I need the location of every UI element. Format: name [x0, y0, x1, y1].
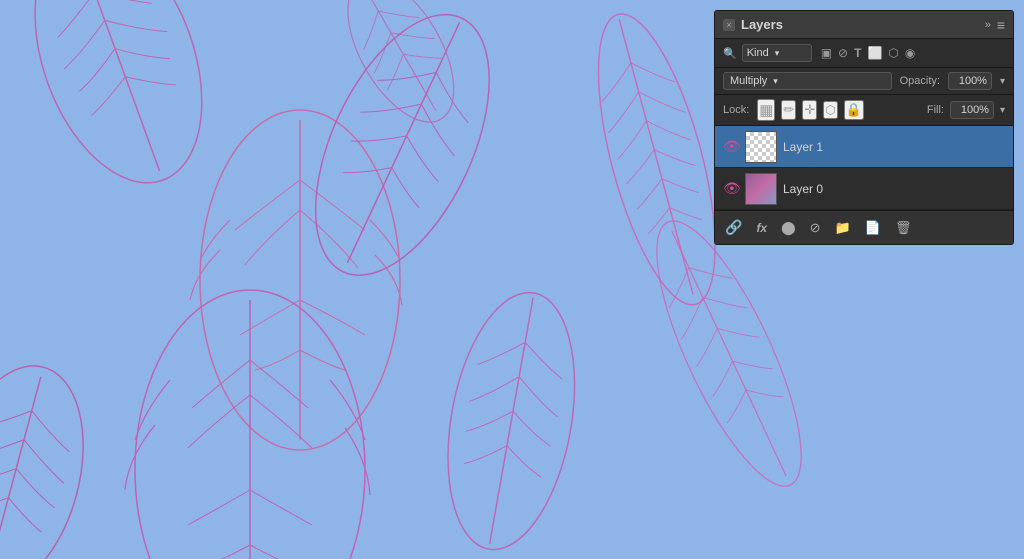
add-adjustment-button[interactable]: ⊘ — [808, 218, 823, 238]
blend-mode-dropdown[interactable]: Multiply ▾ — [723, 72, 892, 90]
layer0-name: Layer 0 — [783, 182, 1005, 196]
lock-all-button[interactable]: 🔒 — [844, 100, 864, 120]
kind-dropdown[interactable]: Kind ▾ — [742, 44, 812, 62]
panel-menu-icon[interactable]: ≡ — [997, 17, 1005, 33]
fx-button[interactable]: fx — [754, 219, 769, 237]
opacity-chevron[interactable]: ▾ — [1000, 76, 1005, 87]
layers-panel: × Layers » ≡ 🔍 Kind ▾ ▣ ⊘ T ⬜ ⬡ ◉ Multip… — [714, 10, 1014, 245]
blend-mode-row: Multiply ▾ Opacity: 100% ▾ — [715, 68, 1013, 95]
panel-close-button[interactable]: × — [723, 19, 735, 31]
titlebar-left: × Layers — [723, 17, 783, 32]
create-group-button[interactable]: 📁 — [833, 218, 853, 238]
layer0-visibility-button[interactable]: 👁 — [723, 180, 739, 197]
layer1-visibility-button[interactable]: 👁 — [723, 138, 739, 155]
delete-layer-button[interactable]: 🗑 — [893, 218, 914, 238]
panel-titlebar: × Layers » ≡ — [715, 11, 1013, 39]
lock-pixels-button[interactable]: ▦ — [757, 99, 775, 121]
fill-label: Fill: — [927, 104, 944, 116]
type-filter-icon[interactable]: T — [854, 46, 861, 60]
shape-filter-icon[interactable]: ⬜ — [867, 46, 882, 60]
panel-title: Layers — [741, 17, 783, 32]
fill-chevron[interactable]: ▾ — [1000, 105, 1005, 116]
kind-dropdown-chevron: ▾ — [775, 48, 780, 59]
titlebar-right: » ≡ — [985, 17, 1005, 33]
lock-position-button[interactable]: ✛ — [802, 100, 817, 120]
lock-artboard-button[interactable]: ⬡ — [823, 101, 837, 119]
blend-mode-chevron: ▾ — [773, 76, 778, 87]
adjustment-filter-icon[interactable]: ⊘ — [838, 46, 848, 60]
filter-icons: ▣ ⊘ T ⬜ ⬡ ◉ — [821, 46, 916, 60]
layer0-thumbnail — [745, 173, 777, 205]
lock-label: Lock: — [723, 104, 749, 116]
filter-row: 🔍 Kind ▾ ▣ ⊘ T ⬜ ⬡ ◉ — [715, 39, 1013, 68]
panel-collapse-icon[interactable]: » — [985, 19, 991, 31]
layer1-name: Layer 1 — [783, 140, 1005, 154]
opacity-value[interactable]: 100% — [948, 72, 992, 90]
pixel-filter-icon[interactable]: ▣ — [821, 46, 832, 60]
smart-object-filter-icon[interactable]: ⬡ — [888, 46, 898, 60]
create-layer-button[interactable]: 📄 — [863, 218, 883, 238]
add-mask-button[interactable]: ⬤ — [779, 218, 798, 238]
bottom-toolbar: 🔗 fx ⬤ ⊘ 📁 📄 🗑 — [715, 210, 1013, 244]
layer-row[interactable]: 👁 Layer 0 — [715, 168, 1013, 210]
layers-list: 👁 Layer 1 👁 Layer 0 — [715, 126, 1013, 210]
fill-value[interactable]: 100% — [950, 101, 994, 119]
search-icon: 🔍 — [723, 47, 737, 60]
opacity-label: Opacity: — [900, 75, 940, 87]
link-layers-button[interactable]: 🔗 — [723, 217, 744, 238]
layer-row[interactable]: 👁 Layer 1 — [715, 126, 1013, 168]
lock-image-button[interactable]: ✏ — [781, 100, 796, 120]
layer1-thumbnail — [745, 131, 777, 163]
lock-row: Lock: ▦ ✏ ✛ ⬡ 🔒 Fill: 100% ▾ — [715, 95, 1013, 126]
kind-dropdown-label: Kind — [747, 47, 769, 59]
artboard-filter-icon[interactable]: ◉ — [905, 46, 915, 60]
blend-mode-label: Multiply — [730, 75, 767, 87]
